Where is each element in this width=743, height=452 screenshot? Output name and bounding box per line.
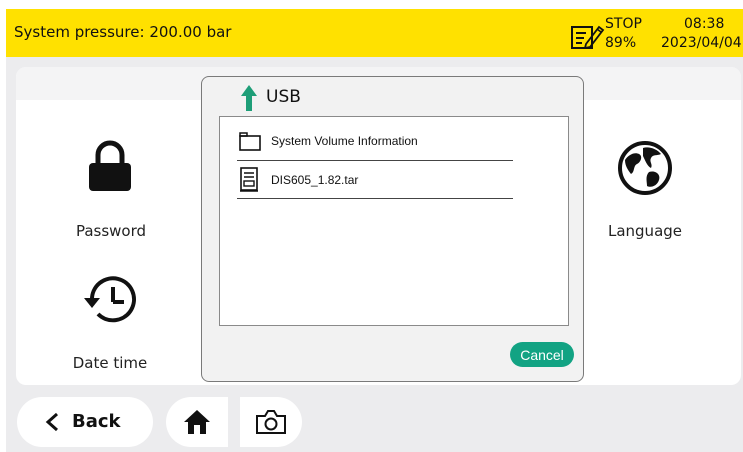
file-name: System Volume Information	[271, 134, 418, 148]
cancel-button[interactable]: Cancel	[510, 342, 574, 367]
back-label: Back	[72, 411, 121, 432]
camera-button[interactable]	[240, 397, 302, 447]
file-name: DIS605_1.82.tar	[271, 173, 359, 187]
chevron-left-icon	[45, 412, 58, 432]
status-bar: System pressure: 200.00 bar STOP 89% 08:…	[6, 9, 743, 57]
folder-icon	[239, 132, 261, 151]
home-button[interactable]	[166, 397, 228, 447]
home-icon	[184, 410, 210, 434]
lock-icon[interactable]	[86, 140, 134, 192]
file-item-dis605-tar[interactable]: DIS605_1.82.tar	[237, 163, 513, 199]
run-state-text: STOP	[605, 16, 642, 32]
datetime-label[interactable]: Date time	[62, 354, 158, 372]
globe-icon[interactable]	[617, 140, 673, 196]
percent-text: 89%	[605, 35, 637, 51]
password-label[interactable]: Password	[66, 222, 156, 240]
system-pressure-text: System pressure: 200.00 bar	[14, 23, 232, 41]
clock-time: 08:38	[684, 16, 725, 32]
clock-date: 2023/04/04	[661, 35, 742, 51]
notepad-edit-icon	[571, 25, 605, 50]
file-item-system-volume-information[interactable]: System Volume Information	[237, 125, 513, 161]
upload-arrow-icon	[241, 85, 257, 111]
language-label[interactable]: Language	[600, 222, 690, 240]
back-button[interactable]: Back	[17, 397, 153, 447]
dialog-title: USB	[266, 87, 301, 107]
history-clock-icon[interactable]	[82, 273, 138, 327]
archive-file-icon	[240, 167, 258, 192]
camera-icon	[256, 410, 286, 434]
